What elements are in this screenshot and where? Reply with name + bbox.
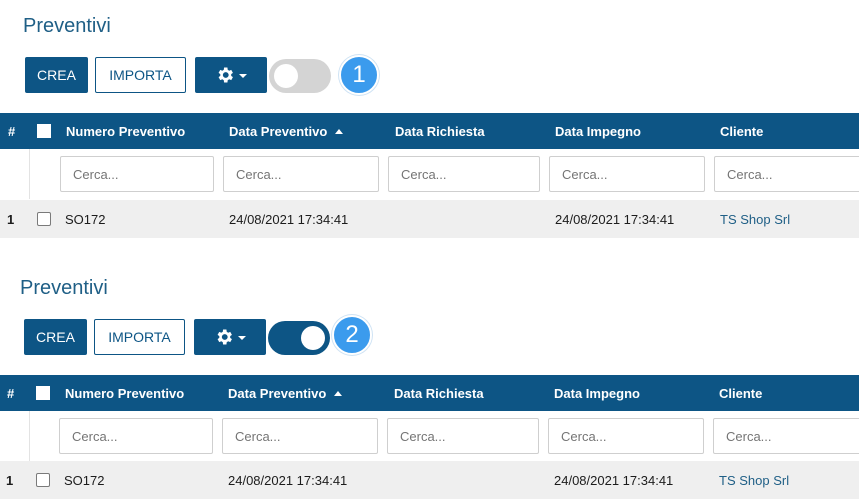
create-button[interactable]: CREA — [24, 319, 87, 355]
filter-input-data-preventivo[interactable] — [223, 156, 379, 192]
table-row[interactable]: 1 SO172 24/08/2021 17:34:41 24/08/2021 1… — [0, 461, 859, 499]
cell-cliente-link[interactable]: TS Shop Srl — [720, 200, 790, 238]
filter-input-data-preventivo[interactable] — [222, 418, 378, 454]
cell-data-impegno: 24/08/2021 17:34:41 — [554, 472, 674, 488]
column-header-data-richiesta[interactable]: Data Richiesta — [395, 113, 485, 149]
filter-input-data-impegno[interactable] — [548, 418, 704, 454]
import-button[interactable]: IMPORTA — [94, 319, 185, 355]
row-index: 1 — [7, 211, 15, 227]
cell-cliente-link[interactable]: TS Shop Srl — [719, 461, 789, 499]
column-header-numero[interactable]: Numero Preventivo — [65, 375, 184, 411]
column-header-cliente[interactable]: Cliente — [719, 375, 762, 411]
cell-data-impegno: 24/08/2021 17:34:41 — [555, 211, 675, 227]
toggle-knob — [274, 64, 298, 88]
settings-dropdown-button[interactable] — [195, 57, 267, 93]
step-badge: 1 — [339, 55, 379, 95]
gear-icon — [214, 327, 234, 347]
column-header-label: Data Preventivo — [228, 385, 327, 401]
filter-input-numero[interactable] — [60, 156, 214, 192]
cell-data-preventivo: 24/08/2021 17:34:41 — [229, 211, 349, 227]
column-header-cliente[interactable]: Cliente — [720, 113, 763, 149]
settings-dropdown-button[interactable] — [194, 319, 266, 355]
chevron-down-icon — [239, 74, 247, 78]
column-header-index: # — [8, 123, 16, 139]
filter-input-data-impegno[interactable] — [549, 156, 705, 192]
table-header: # Numero Preventivo Data Preventivo Data… — [0, 375, 859, 411]
view-toggle-switch[interactable] — [269, 59, 331, 93]
cell-numero: SO172 — [64, 472, 105, 488]
filter-input-numero[interactable] — [59, 418, 213, 454]
page-title: Preventivi — [20, 277, 108, 299]
column-header-index: # — [7, 385, 15, 401]
gear-icon — [215, 65, 235, 85]
column-header-label: Data Preventivo — [229, 123, 328, 139]
create-button[interactable]: CREA — [25, 57, 88, 93]
column-header-data-richiesta[interactable]: Data Richiesta — [394, 375, 484, 411]
row-index: 1 — [6, 472, 14, 488]
page-title: Preventivi — [23, 15, 111, 37]
quotes-panel-2: Preventivi CREA IMPORTA 2 # Numero Preve… — [0, 262, 859, 499]
row-checkbox[interactable] — [37, 212, 51, 226]
filter-input-cliente[interactable] — [714, 156, 859, 192]
chevron-down-icon — [238, 336, 246, 340]
row-checkbox[interactable] — [36, 473, 50, 487]
sort-ascending-icon — [335, 128, 344, 134]
column-header-data-preventivo[interactable]: Data Preventivo — [228, 375, 343, 411]
cell-numero: SO172 — [65, 211, 106, 227]
filter-input-data-richiesta[interactable] — [387, 418, 539, 454]
filter-row — [0, 411, 859, 461]
filter-input-cliente[interactable] — [713, 418, 859, 454]
filter-input-data-richiesta[interactable] — [388, 156, 540, 192]
column-header-numero[interactable]: Numero Preventivo — [66, 113, 185, 149]
toggle-knob — [301, 326, 325, 350]
table-header: # Numero Preventivo Data Preventivo Data… — [0, 113, 859, 149]
view-toggle-switch[interactable] — [268, 321, 330, 355]
select-all-checkbox[interactable] — [36, 386, 50, 400]
column-divider — [29, 149, 30, 199]
sort-ascending-icon — [334, 390, 343, 396]
table-row[interactable]: 1 SO172 24/08/2021 17:34:41 24/08/2021 1… — [0, 200, 859, 238]
column-header-data-impegno[interactable]: Data Impegno — [554, 375, 640, 411]
select-all-checkbox[interactable] — [37, 124, 51, 138]
column-header-data-preventivo[interactable]: Data Preventivo — [229, 113, 344, 149]
step-badge: 2 — [332, 315, 372, 355]
import-button[interactable]: IMPORTA — [95, 57, 186, 93]
column-divider — [29, 411, 30, 461]
cell-data-preventivo: 24/08/2021 17:34:41 — [228, 472, 348, 488]
quotes-panel-1: Preventivi CREA IMPORTA 1 # Numero Preve… — [0, 0, 859, 240]
filter-row — [0, 149, 859, 199]
column-header-data-impegno[interactable]: Data Impegno — [555, 113, 641, 149]
